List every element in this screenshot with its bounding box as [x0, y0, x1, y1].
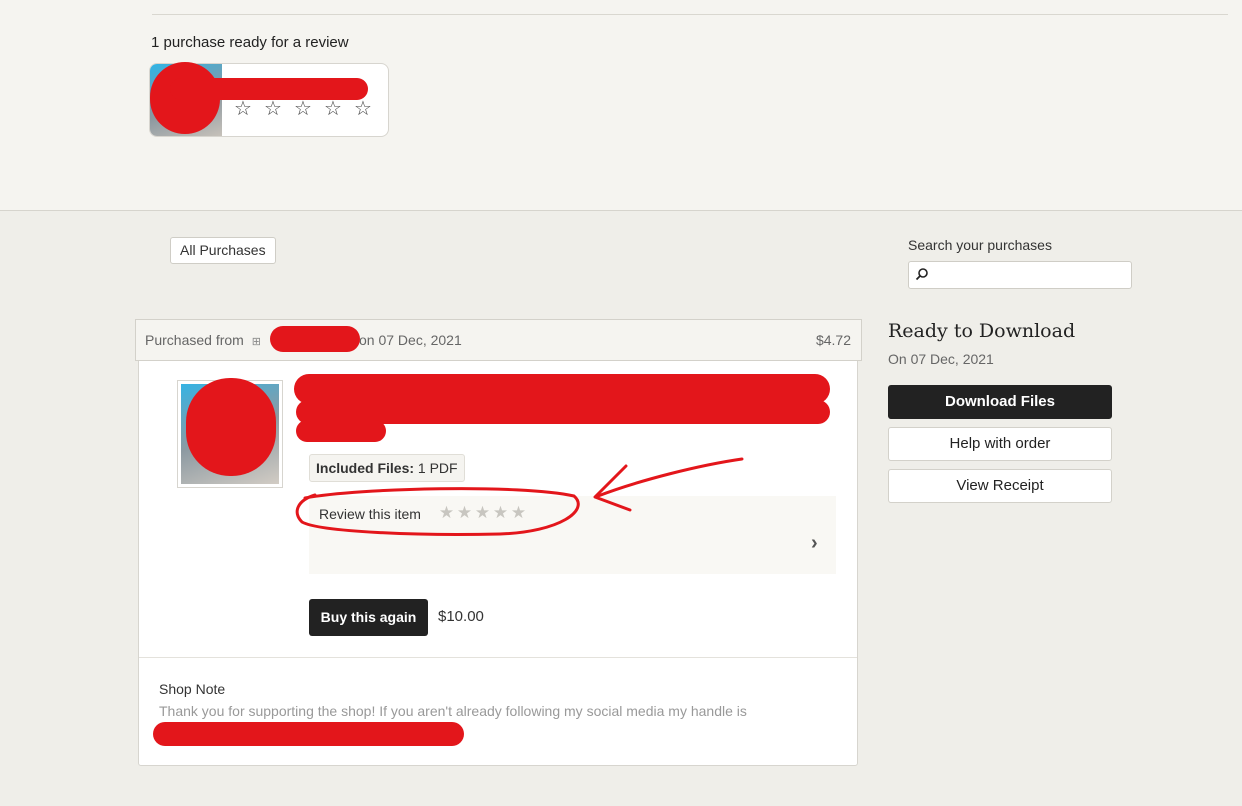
search-field[interactable] [908, 261, 1132, 289]
shop-note-label: Shop Note [159, 681, 226, 697]
star-icon[interactable]: ☆ [262, 98, 284, 120]
buy-again-button[interactable]: Buy this again [309, 599, 428, 636]
star-icon[interactable]: ★ [474, 503, 491, 523]
divider [152, 14, 1228, 15]
redaction-mark [170, 78, 368, 100]
search-label: Search your purchases [908, 237, 1052, 253]
star-icon[interactable]: ☆ [292, 98, 314, 120]
star-icon[interactable]: ☆ [232, 98, 254, 120]
star-icon[interactable]: ★ [510, 503, 527, 523]
star-icon[interactable]: ★ [438, 503, 455, 523]
order-date: on 07 Dec, 2021 [359, 332, 462, 348]
review-item-label: Review this item [319, 506, 421, 522]
purchased-from: Purchased from ⊞ [145, 332, 265, 348]
ready-to-download-date: On 07 Dec, 2021 [888, 351, 994, 367]
divider [139, 657, 857, 658]
star-icon[interactable]: ☆ [352, 98, 374, 120]
ready-to-download-title: Ready to Download [888, 320, 1076, 342]
included-files-badge: Included Files: 1 PDF [309, 454, 465, 482]
star-icon[interactable]: ☆ [322, 98, 344, 120]
all-purchases-filter[interactable]: All Purchases [170, 237, 276, 264]
star-icon[interactable]: ★ [456, 503, 473, 523]
purchased-from-label: Purchased from [145, 332, 244, 348]
buy-again-price: $10.00 [438, 608, 484, 625]
view-receipt-button[interactable]: View Receipt [888, 469, 1112, 503]
redaction-mark [296, 420, 386, 442]
search-input[interactable] [933, 264, 1127, 286]
redaction-mark [270, 326, 360, 352]
order-total: $4.72 [815, 332, 851, 348]
download-files-button[interactable]: Download Files [888, 385, 1112, 419]
help-with-order-button[interactable]: Help with order [888, 427, 1112, 461]
review-prompt-heading: 1 purchase ready for a review [151, 34, 349, 51]
star-icon[interactable]: ★ [492, 503, 509, 523]
search-icon [915, 268, 928, 281]
star-rating-input[interactable]: ☆ ☆ ☆ ☆ ☆ [232, 98, 374, 120]
review-item-panel[interactable]: Review this item ★ ★ ★ ★ ★ › [309, 496, 836, 574]
redaction-mark [153, 722, 464, 746]
redaction-mark [186, 378, 276, 476]
chevron-right-icon[interactable]: › [811, 532, 818, 555]
shop-note-text: Thank you for supporting the shop! If yo… [159, 703, 747, 719]
order-header: Purchased from ⊞ on 07 Dec, 2021 $4.72 [135, 319, 862, 361]
shop-icon: ⊞ [251, 336, 261, 348]
included-files-value: 1 PDF [414, 460, 458, 476]
included-files-label: Included Files: [316, 460, 415, 476]
review-star-rating[interactable]: ★ ★ ★ ★ ★ [438, 503, 527, 523]
